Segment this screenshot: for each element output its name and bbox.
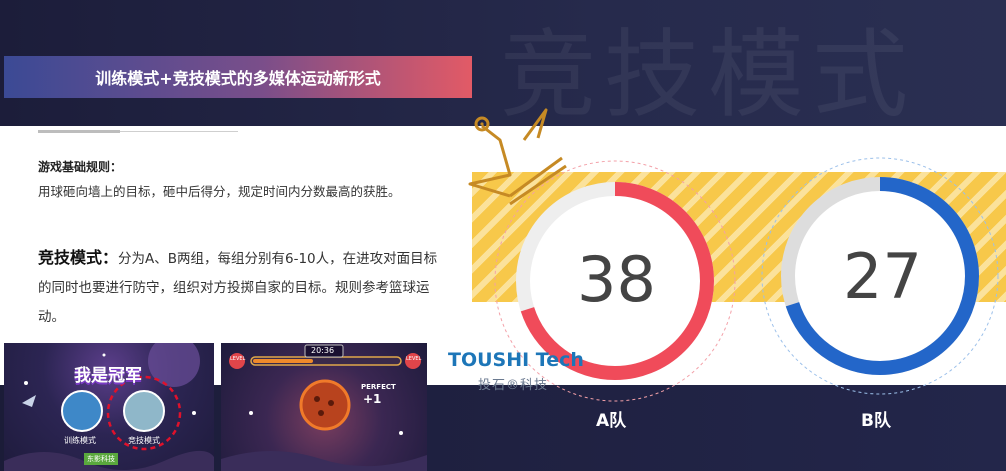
team-b-score: 27 [843,240,922,313]
watermark-text: 竞技模式 [500,20,916,130]
menu-banner: 我是冠军 [74,366,142,386]
perfect-label: PERFECT [361,383,396,391]
page-title: 训练模式+竞技模式的多媒体运动新形式 [95,69,381,88]
level-right-label: LEVEL [406,356,422,362]
team-a-score: 38 [577,243,656,316]
competition-label: 竞技模式： [38,248,119,267]
competition-planet-icon [123,390,165,432]
team-b-label: B队 [861,411,891,431]
menu-logo: 东影科技 [84,453,118,465]
training-planet-icon [61,390,103,432]
level-left-label: LEVEL [230,356,246,362]
target-ball-icon [299,379,351,431]
play-scene [221,344,427,471]
score-rings [494,157,999,402]
game-thumbnail-menu: 我是冠军 训练模式 竞技模式 东影科技 [4,343,214,471]
page-title-banner: 训练模式+竞技模式的多媒体运动新形式 [4,56,472,98]
game-timer: 20:36 [311,346,335,355]
team-a-label: A队 [596,411,627,431]
brand-logo-cn: 投石®科技 [478,378,549,393]
competition-description: 竞技模式：分为A、B两组，每组分别有6-10人，在进攻对面目标的同时也要进行防守… [38,243,438,332]
competition-mode-label: 竞技模式 [128,436,160,445]
rules-heading: 游戏基础规则： [38,160,123,174]
rocket-icon [22,395,36,407]
training-mode-label: 训练模式 [64,436,96,445]
bonus-label: +1 [363,392,382,406]
rules-body: 用球砸向墙上的目标，砸中后得分，规定时间内分数最高的获胜。 [38,184,401,199]
brand-logo-en: TOUSHI Tech [448,349,584,371]
game-thumbnail-play: 20:36 LEVEL LEVEL PERFECT +1 [221,343,427,471]
section-divider-thin [120,131,238,132]
section-divider [38,130,120,133]
